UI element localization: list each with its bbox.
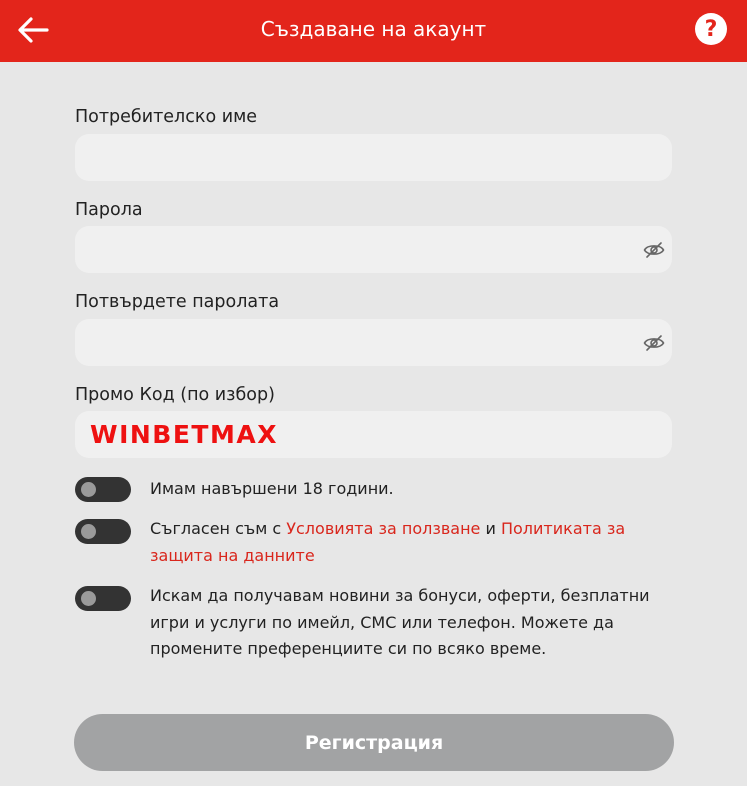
eye-off-icon	[643, 242, 665, 258]
toggle-knob	[81, 482, 96, 497]
toggle-knob	[81, 524, 96, 539]
promo-code-value: WINBETMAX	[90, 420, 278, 449]
register-button[interactable]: Регистрация	[74, 714, 674, 771]
confirm-password-visibility-toggle[interactable]	[642, 331, 666, 355]
password-visibility-toggle[interactable]	[642, 238, 666, 262]
header-bar: Създаване на акаунт ?	[0, 0, 747, 62]
question-circle-icon: ?	[704, 16, 718, 42]
confirm-password-input[interactable]	[75, 319, 672, 366]
username-field-container	[75, 134, 672, 181]
confirm-password-label: Потвърдете паролата	[75, 292, 280, 312]
promo-code-label: Промо Код (по избор)	[75, 385, 275, 405]
age-toggle[interactable]	[75, 477, 131, 502]
page-title: Създаване на акаунт	[260, 17, 487, 41]
promo-code-input[interactable]: WINBETMAX	[75, 411, 672, 458]
eye-off-icon	[643, 335, 665, 351]
terms-of-use-link[interactable]: Условията за ползване	[286, 519, 480, 538]
password-label: Парола	[75, 200, 143, 220]
age-confirmation-text: Имам навършени 18 години.	[150, 479, 394, 498]
back-button[interactable]	[12, 10, 54, 50]
password-field-container	[75, 226, 672, 273]
username-label: Потребителско име	[75, 107, 258, 127]
terms-consent-text: Съгласен съм с Условията за ползване и П…	[150, 516, 680, 569]
toggle-knob	[81, 591, 96, 606]
arrow-left-icon	[18, 17, 49, 43]
help-button[interactable]: ?	[695, 13, 727, 45]
marketing-toggle[interactable]	[75, 586, 131, 611]
terms-prefix: Съгласен съм с	[150, 519, 287, 538]
terms-middle: и	[480, 519, 501, 538]
confirm-password-field-container	[75, 319, 672, 366]
username-input[interactable]	[75, 134, 672, 181]
password-input[interactable]	[75, 226, 672, 273]
marketing-consent-text: Искам да получавам новини за бонуси, офе…	[150, 586, 650, 658]
terms-toggle[interactable]	[75, 519, 131, 544]
